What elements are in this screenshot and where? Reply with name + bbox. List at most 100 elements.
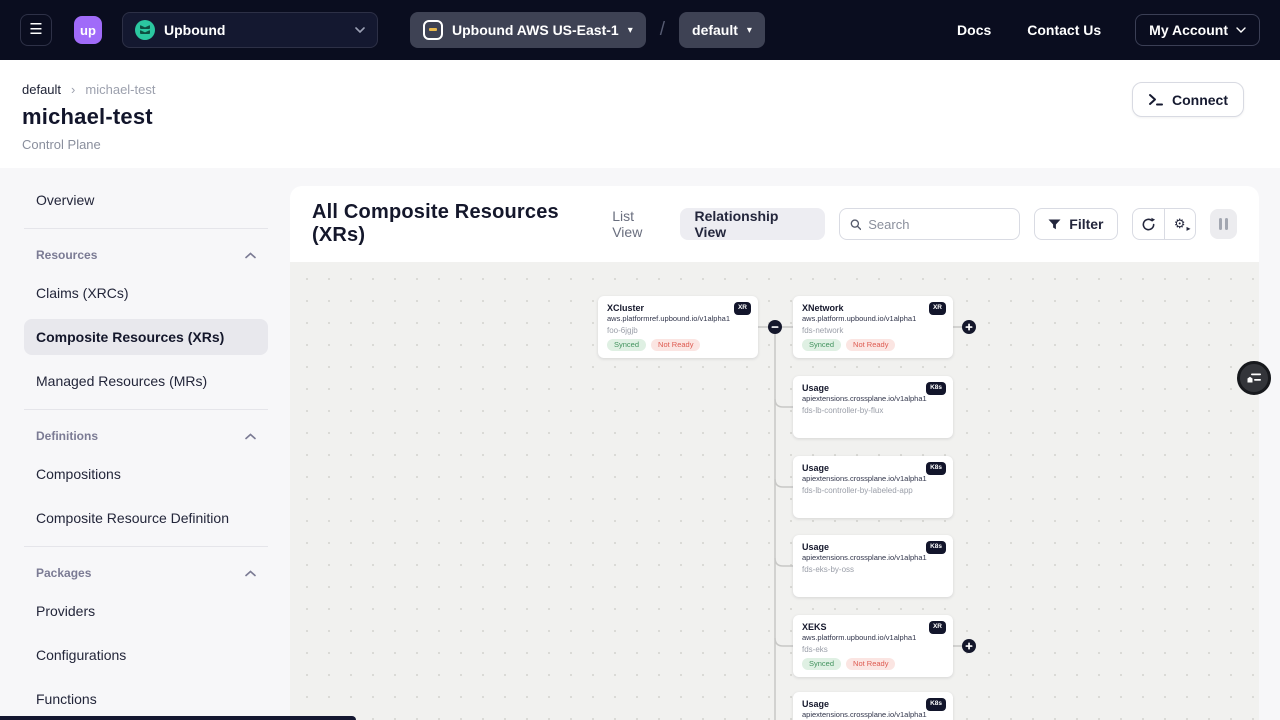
sidebar-section-definitions[interactable]: Definitions [24,422,268,450]
expand-button[interactable] [962,639,976,653]
graph-node-usage-1[interactable]: Usageapiextensions.crossplane.io/v1alpha… [793,376,953,438]
status-badge: Not Ready [846,658,895,671]
group-selector[interactable]: default ▾ [679,12,765,48]
panel-title: All Composite Resources (XRs) [312,201,612,247]
node-api-version: apiextensions.crossplane.io/v1alpha1 [802,394,944,403]
control-plane-icon [423,20,443,40]
sidebar-item-composite-resources-xrs[interactable]: Composite Resources (XRs) [24,319,268,355]
breadcrumb-control-plane: michael-test [85,82,155,97]
node-status-row: SyncedNot Ready [802,339,895,352]
sidebar-item-claims-xrcs[interactable]: Claims (XRCs) [24,275,268,311]
dropdown-arrow-icon: ▾ [628,25,633,36]
graph-edges [290,262,1259,720]
pause-button[interactable] [1210,209,1237,239]
sidebar-divider [24,409,268,410]
group-selector-label: default [692,22,738,38]
node-resource-name: fds-eks-by-oss [802,565,944,574]
search-icon [850,218,862,231]
node-kind-badge: K8s [926,382,946,395]
node-resource-name: fds-lb-controller-by-labeled-app [802,486,944,495]
org-selector-label: Upbound [164,22,346,38]
tab-relationship-view[interactable]: Relationship View [680,208,824,240]
node-resource-name: fds-eks [802,645,944,654]
legend-icon [1246,371,1262,385]
collapse-button[interactable] [768,320,782,334]
funnel-icon [1048,219,1061,230]
graph-node-xnetwork[interactable]: XNetworkaws.platform.upbound.io/v1alpha1… [793,296,953,358]
refresh-icon [1141,217,1156,232]
filter-button[interactable]: Filter [1034,208,1117,240]
pause-icon [1219,218,1222,230]
dropdown-arrow-icon: ▾ [747,25,752,36]
breadcrumb-group[interactable]: default [22,82,61,97]
my-account-label: My Account [1149,22,1228,38]
node-title: Usage [802,542,944,552]
sidebar-item-configurations[interactable]: Configurations [24,637,268,673]
chevron-up-icon [245,570,256,577]
node-title: Usage [802,699,944,709]
sidebar: Overview Resources Claims (XRCs) Composite… [0,168,290,720]
run-settings-button[interactable]: ⚙ [1164,209,1195,239]
node-status-row: SyncedNot Ready [607,339,700,352]
node-api-version: apiextensions.crossplane.io/v1alpha1 [802,710,944,719]
status-badge: Not Ready [846,339,895,352]
node-title: XEKS [802,622,944,632]
sidebar-item-compositions[interactable]: Compositions [24,456,268,492]
upbound-logo[interactable]: up [74,16,102,44]
chevron-up-icon [245,252,256,259]
refresh-button[interactable] [1133,209,1164,239]
node-kind-badge: XR [734,302,751,315]
sidebar-item-providers[interactable]: Providers [24,593,268,629]
upbound-logo-text: up [80,23,96,38]
connect-button-label: Connect [1172,92,1228,108]
sidebar-item-overview[interactable]: Overview [24,182,268,218]
node-title: Usage [802,463,944,473]
terminal-icon [1148,93,1164,106]
node-api-version: aws.platform.upbound.io/v1alpha1 [802,633,944,642]
search-box [839,208,1021,240]
sidebar-divider [24,546,268,547]
status-badge: Not Ready [651,339,700,352]
page-header: default › michael-test michael-test Cont… [0,60,1280,168]
graph-node-usage-2[interactable]: Usageapiextensions.crossplane.io/v1alpha… [793,456,953,518]
sidebar-section-packages[interactable]: Packages [24,559,268,587]
bottom-banner-edge [0,716,356,720]
graph-node-usage-3[interactable]: Usageapiextensions.crossplane.io/v1alpha… [793,535,953,597]
contact-us-link[interactable]: Contact Us [1027,22,1101,38]
sidebar-section-resources[interactable]: Resources [24,241,268,269]
navbar-links: Docs Contact Us [957,22,1101,38]
node-title: XCluster [607,303,749,313]
sidebar-item-managed-resources-mrs[interactable]: Managed Resources (MRs) [24,363,268,399]
chevron-down-icon [355,27,365,33]
upbound-org-icon [135,20,155,40]
sidebar-item-functions[interactable]: Functions [24,681,268,717]
legend-toggle-button[interactable] [1237,361,1271,395]
my-account-button[interactable]: My Account [1135,14,1260,46]
node-resource-name: fds-lb-controller-by-flux [802,406,944,415]
search-input[interactable] [868,217,1009,232]
docs-link[interactable]: Docs [957,22,991,38]
node-api-version: aws.platformref.upbound.io/v1alpha1 [607,314,749,323]
relationship-canvas[interactable]: XClusteraws.platformref.upbound.io/v1alp… [290,262,1259,720]
node-kind-badge: XR [929,621,946,634]
graph-node-usage-4[interactable]: Usageapiextensions.crossplane.io/v1alpha… [793,692,953,720]
chevron-right-icon: › [71,82,75,97]
tab-list-view[interactable]: List View [612,208,666,240]
hamburger-menu-button[interactable]: ☰ [20,14,52,46]
org-selector-dropdown[interactable]: Upbound [122,12,378,48]
top-navbar: ☰ up Upbound Upbound AWS US-East-1 ▾ / d… [0,0,1280,60]
node-title: Usage [802,383,944,393]
node-title: XNetwork [802,303,944,313]
node-kind-badge: K8s [926,541,946,554]
graph-node-xcluster[interactable]: XClusteraws.platformref.upbound.io/v1alp… [598,296,758,358]
node-api-version: aws.platform.upbound.io/v1alpha1 [802,314,944,323]
node-kind-badge: K8s [926,698,946,711]
main-panel: All Composite Resources (XRs) List View … [290,186,1259,720]
graph-node-xeks[interactable]: XEKSaws.platform.upbound.io/v1alpha1 fds-… [793,615,953,677]
connect-button[interactable]: Connect [1132,82,1244,117]
gears-play-icon: ⚙ [1174,216,1186,232]
control-plane-selector[interactable]: Upbound AWS US-East-1 ▾ [410,12,646,48]
expand-button[interactable] [962,320,976,334]
sidebar-item-composite-resource-definition[interactable]: Composite Resource Definition [24,500,268,536]
node-kind-badge: K8s [926,462,946,475]
